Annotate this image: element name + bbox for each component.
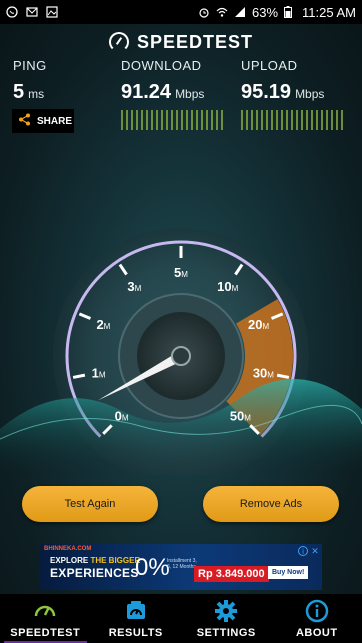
wifi-icon — [216, 6, 228, 18]
ad-headline-2: EXPERIENCES — [50, 566, 139, 580]
battery-icon — [284, 6, 296, 18]
download-value-row: 91.24 Mbps — [121, 81, 223, 104]
gauge-tick-value: 20 — [248, 317, 262, 332]
tab-results[interactable]: RESULTS — [91, 594, 182, 643]
gauge-tick-value: 50 — [230, 408, 244, 423]
gauge-tick-unit: M — [263, 322, 270, 331]
speed-gauge: 0M1M2M3M5M10M20M30M50M — [0, 228, 362, 474]
tab-about[interactable]: ABOUT — [272, 594, 362, 643]
status-bar: 63% 11:25 AM — [0, 0, 362, 24]
whatsapp-icon — [6, 6, 18, 18]
upload-value-row: 95.19 Mbps — [241, 81, 343, 104]
gauge-tick-value: 30 — [253, 365, 267, 380]
share-label: SHARE — [37, 115, 73, 127]
ping-unit: ms — [28, 87, 45, 101]
gauge-tick-value: 2 — [96, 317, 103, 332]
tab-about-label: ABOUT — [295, 627, 338, 639]
upload-graph — [241, 110, 343, 130]
ad-brand: BHINNEKA.COM — [44, 546, 92, 552]
remove-ads-button[interactable]: Remove Ads — [203, 486, 339, 522]
download-metric: DOWNLOAD 91.24 Mbps — [121, 58, 223, 130]
ad-installment: Installment 3, 6, 12 Months — [167, 558, 197, 570]
download-value: 91.24 — [121, 81, 172, 103]
ping-label: PING — [13, 58, 47, 73]
tab-speedtest-label: SPEEDTEST — [10, 627, 81, 639]
ad-close-icon[interactable]: ✕ — [310, 546, 320, 556]
speedtest-screen: SPEEDTEST PING 5 ms DOWNLOAD 91.24 Mbps UP… — [0, 24, 362, 594]
app-title: SPEEDTEST — [136, 31, 254, 52]
ad-headline-1a: EXPLORE — [50, 556, 91, 565]
gauge-tick-unit: M — [135, 284, 142, 293]
alarm-icon — [198, 6, 210, 18]
share-icon — [18, 113, 31, 129]
ad-price: Rp 3.849.000 — [194, 566, 269, 582]
speedtest-logo-icon — [108, 32, 129, 52]
gear-icon — [214, 599, 238, 627]
download-unit: Mbps — [175, 87, 205, 101]
battery-percent: 63% — [252, 4, 279, 20]
download-label: DOWNLOAD — [121, 58, 202, 73]
signal-icon — [234, 6, 246, 18]
ping-value-row: 5 ms — [13, 81, 47, 104]
gauge-tick-value: 1 — [92, 365, 99, 380]
tab-speedtest[interactable]: SPEEDTEST — [0, 594, 91, 643]
results-icon — [124, 599, 148, 627]
gauge-tick-unit: M — [99, 370, 106, 379]
gauge-tick-unit: M — [267, 370, 274, 379]
upload-unit: Mbps — [295, 87, 325, 101]
share-button[interactable]: SHARE — [12, 109, 74, 133]
gauge-tick-unit: M — [104, 322, 111, 331]
tab-settings-label: SETTINGS — [196, 627, 256, 639]
gauge-tick-value: 5 — [174, 265, 181, 280]
upload-metric: UPLOAD 95.19 Mbps — [241, 58, 343, 130]
gauge-tick-value: 3 — [127, 279, 134, 294]
ad-headline-1b: THE BIGGER — [90, 556, 141, 565]
test-again-button[interactable]: Test Again — [22, 486, 158, 522]
gauge-tick-value: 0 — [115, 408, 122, 423]
tab-settings[interactable]: SETTINGS — [181, 594, 272, 643]
info-icon — [305, 599, 329, 627]
ad-percent: 0% — [135, 554, 170, 581]
upload-label: UPLOAD — [241, 58, 298, 73]
ping-value: 5 — [13, 81, 25, 103]
tab-results-label: RESULTS — [108, 627, 163, 639]
clock: 11:25 AM — [302, 4, 356, 20]
ad-info-icon[interactable]: i — [298, 546, 308, 556]
upload-value: 95.19 — [241, 81, 292, 103]
message-icon — [26, 6, 38, 18]
gauge-tick-unit: M — [181, 270, 188, 279]
ad-banner[interactable]: BHINNEKA.COM EXPLORE THE BIGGER EXPERIEN… — [40, 544, 322, 590]
gallery-icon — [46, 6, 58, 18]
bottom-tab-bar: SPEEDTEST RESULTS SETTINGS ABOUT — [0, 594, 362, 643]
gauge-tick-unit: M — [122, 413, 129, 422]
gauge-tick-unit: M — [232, 284, 239, 293]
gauge-tick-unit: M — [244, 413, 251, 422]
ping-metric: PING 5 ms — [13, 58, 47, 104]
ad-headline-1: EXPLORE THE BIGGER — [50, 556, 140, 565]
gauge-needle-pivot — [171, 346, 191, 366]
download-graph — [121, 110, 223, 130]
gauge-tick-value: 10 — [217, 279, 231, 294]
app-header: SPEEDTEST — [0, 24, 362, 60]
gauge-icon — [33, 599, 57, 627]
ad-buy-button[interactable]: Buy Now! — [268, 566, 309, 579]
